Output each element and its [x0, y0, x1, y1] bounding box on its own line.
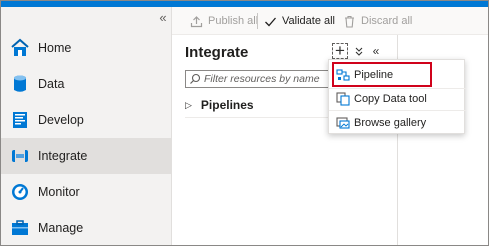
trash-icon	[345, 15, 354, 28]
copy-data-icon	[336, 92, 350, 106]
validate-all-label: Validate all	[282, 15, 335, 27]
nav-item-integrate[interactable]: Integrate	[1, 138, 171, 174]
collapse-pane-button[interactable]: «	[370, 43, 382, 59]
plus-icon: +	[335, 41, 345, 60]
manage-icon	[12, 220, 28, 235]
app-window: « Home Data Develop Integrate Monitor Ma…	[0, 0, 489, 246]
checkmark-icon	[265, 17, 276, 26]
pipeline-icon	[336, 69, 350, 81]
discard-all-label: Discard all	[361, 15, 413, 27]
menu-item-label: Browse gallery	[354, 117, 427, 129]
double-chevron-down-icon	[355, 47, 363, 56]
tree-item-label: Pipelines	[200, 98, 254, 112]
nav-item-label: Integrate	[38, 149, 88, 163]
integrate-icon	[12, 150, 28, 162]
left-navigation: « Home Data Develop Integrate Monitor Ma…	[1, 7, 172, 245]
home-icon	[11, 38, 29, 56]
chevron-right-icon[interactable]: ▷	[185, 100, 192, 111]
expand-all-button[interactable]	[353, 43, 365, 59]
nav-item-label: Monitor	[38, 185, 80, 199]
nav-item-label: Develop	[38, 113, 84, 127]
nav-item-label: Data	[38, 77, 65, 91]
collapse-nav-button[interactable]: «	[155, 10, 171, 26]
nav-item-home[interactable]: Home	[1, 30, 171, 66]
nav-item-monitor[interactable]: Monitor	[1, 174, 171, 210]
search-icon	[190, 73, 201, 84]
publish-icon	[190, 15, 203, 27]
discard-all-button[interactable]: Discard all	[343, 13, 412, 29]
nav-item-data[interactable]: Data	[1, 66, 171, 102]
nav-item-label: Home	[38, 41, 72, 55]
monitor-icon	[12, 184, 28, 200]
add-resource-menu: Pipeline Copy Data tool Browse gallery	[328, 59, 466, 135]
develop-icon	[13, 112, 27, 128]
nav-item-develop[interactable]: Develop	[1, 102, 171, 138]
gallery-icon	[336, 117, 350, 129]
publish-all-button[interactable]: Publish all	[190, 13, 258, 29]
add-resource-button[interactable]: +	[332, 41, 348, 60]
authoring-toolbar: Publish all Validate all Discard all	[172, 7, 488, 35]
database-icon	[14, 75, 26, 92]
nav-item-manage[interactable]: Manage	[1, 210, 171, 245]
toolbar-divider	[257, 13, 258, 29]
menu-item-browse-gallery[interactable]: Browse gallery	[329, 111, 466, 135]
nav-item-label: Manage	[38, 221, 84, 235]
tree-item-pipelines[interactable]: ▷ Pipelines	[185, 97, 254, 113]
menu-item-copy-data-tool[interactable]: Copy Data tool	[329, 87, 466, 111]
filter-resources-field[interactable]	[185, 70, 331, 88]
publish-all-label: Publish all	[208, 15, 259, 27]
validate-all-button[interactable]: Validate all	[264, 13, 335, 29]
page-title: Integrate	[185, 44, 249, 61]
menu-item-label: Pipeline	[354, 69, 394, 81]
menu-item-pipeline[interactable]: Pipeline	[329, 63, 466, 87]
filter-resources-input[interactable]	[204, 72, 328, 86]
menu-item-label: Copy Data tool	[354, 93, 427, 105]
